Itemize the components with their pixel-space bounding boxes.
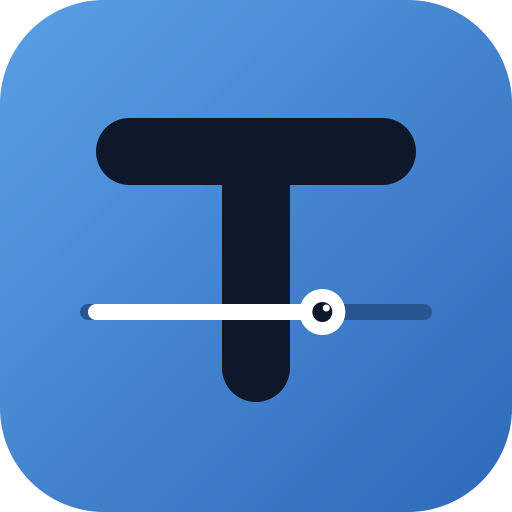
slider-knob-highlight [322, 304, 330, 312]
app-icon [0, 0, 512, 512]
slider-knob-dot-icon [312, 302, 333, 322]
letter-t-stem [222, 140, 290, 402]
